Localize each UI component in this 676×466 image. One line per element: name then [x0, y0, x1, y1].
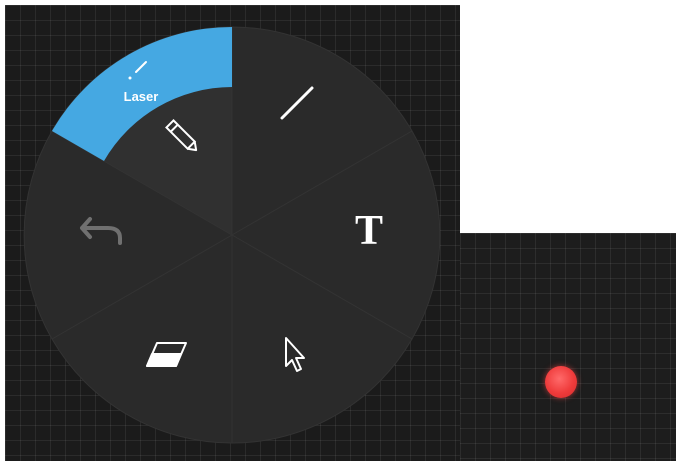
- laser-pointer-dot: [545, 366, 577, 398]
- laser-label: Laser: [124, 89, 159, 104]
- text-tool-icon: T: [355, 208, 383, 254]
- radial-tool-menu: Laser T: [23, 26, 441, 444]
